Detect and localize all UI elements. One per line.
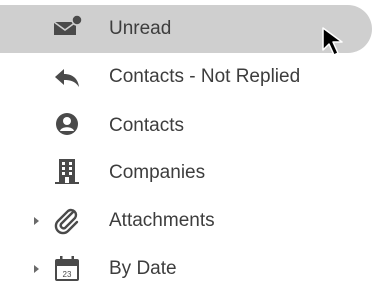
envelope-icon — [53, 14, 82, 35]
nav-item-companies[interactable]: Companies — [0, 149, 372, 197]
calendar-icon: 23 — [55, 256, 79, 281]
calendar-day-text: 23 — [63, 270, 72, 279]
nav-item-label: Contacts — [109, 115, 184, 136]
building-icon — [55, 159, 79, 184]
nav-item-contacts[interactable]: Contacts — [0, 101, 372, 149]
nav-item-label: Unread — [109, 18, 172, 39]
nav-item-unread[interactable]: Unread — [0, 5, 372, 53]
nav-item-by-date[interactable]: 23 By Date — [0, 245, 372, 293]
expand-caret-icon[interactable] — [31, 216, 41, 226]
nav-item-label: Contacts - Not Replied — [109, 66, 301, 87]
contact-icon — [56, 113, 78, 135]
nav-item-attachments[interactable]: Attachments — [0, 197, 372, 245]
nav-item-label: Attachments — [109, 210, 215, 231]
folder-nav: Unread Contacts - Not Replied Contacts C… — [0, 0, 380, 300]
reply-icon — [55, 69, 79, 87]
mouse-pointer-icon — [322, 27, 343, 56]
nav-item-label: By Date — [109, 258, 177, 279]
paperclip-icon — [54, 208, 79, 235]
expand-caret-icon[interactable] — [31, 264, 41, 274]
nav-item-contacts-not-replied[interactable]: Contacts - Not Replied — [0, 53, 372, 101]
nav-item-label: Companies — [109, 162, 206, 183]
